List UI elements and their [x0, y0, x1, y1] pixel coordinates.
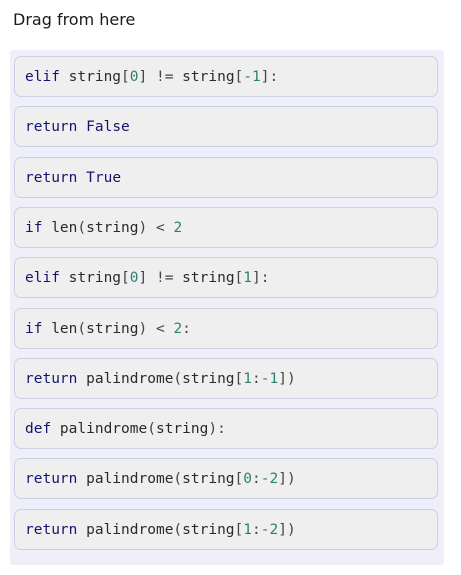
code-token: !=	[155, 269, 174, 286]
code-token: (	[173, 370, 183, 387]
code-token: -2	[260, 521, 279, 538]
code-token: ]	[138, 269, 156, 286]
code-token: ]:	[260, 68, 279, 85]
code-token: True	[86, 169, 122, 186]
code-token: ):	[208, 420, 226, 437]
code-token: ])	[278, 521, 296, 538]
code-block[interactable]: def palindrome(string):	[14, 408, 438, 449]
code-token: len	[42, 219, 78, 236]
code-token: :	[182, 320, 191, 337]
code-block[interactable]: return palindrome(string[1: -2])	[14, 509, 438, 550]
code-token: ) <	[138, 219, 174, 236]
code-token: [	[121, 269, 130, 286]
code-token: string	[59, 68, 122, 85]
code-token: 0	[243, 470, 253, 487]
code-token: string	[182, 521, 235, 538]
code-token: -1	[243, 68, 261, 85]
code-token: 2	[173, 320, 183, 337]
code-token: :	[252, 521, 261, 538]
code-token: [	[121, 68, 130, 85]
code-token: :	[252, 370, 261, 387]
code-token: return	[25, 470, 78, 487]
code-token: 1	[243, 370, 253, 387]
drag-source-heading: Drag from here	[13, 10, 136, 29]
code-token: elif	[25, 68, 60, 85]
code-block[interactable]: return True	[14, 157, 438, 198]
code-token: string	[182, 470, 235, 487]
code-token: -2	[260, 470, 279, 487]
code-token: palindrome	[77, 521, 174, 538]
code-token: palindrome	[77, 370, 174, 387]
code-token: string	[173, 68, 235, 85]
code-token: palindrome	[51, 420, 148, 437]
code-token: return	[25, 118, 78, 135]
code-token: [	[234, 269, 244, 286]
code-token: ) <	[138, 320, 174, 337]
code-token: elif	[25, 269, 60, 286]
code-token: ]	[138, 68, 156, 85]
code-token: return	[25, 169, 78, 186]
code-token: string	[86, 320, 139, 337]
code-token: def	[25, 420, 52, 437]
code-token: 1	[243, 521, 253, 538]
code-token: (	[77, 320, 87, 337]
code-token: string	[59, 269, 122, 286]
code-token: 0	[129, 269, 139, 286]
code-block[interactable]: if len(string) < 2:	[14, 308, 438, 349]
drag-source-area[interactable]: elif string[0] != string[-1]: return Fals…	[10, 50, 444, 565]
code-token: -1	[260, 370, 279, 387]
code-token: False	[86, 118, 130, 135]
code-token: [	[234, 470, 244, 487]
code-token: :	[252, 470, 261, 487]
code-token: if	[25, 219, 43, 236]
code-token: string	[86, 219, 139, 236]
code-block[interactable]: return False	[14, 106, 438, 147]
code-token: palindrome	[77, 470, 174, 487]
code-token: ])	[278, 470, 296, 487]
code-token: (	[147, 420, 156, 437]
code-token: [	[234, 521, 244, 538]
code-token: return	[25, 521, 78, 538]
code-block[interactable]: return palindrome(string[1: -1])	[14, 358, 438, 399]
code-token: len	[42, 320, 78, 337]
code-token: 0	[129, 68, 139, 85]
code-token: ]:	[252, 269, 270, 286]
code-token: string	[182, 370, 235, 387]
code-token: (	[77, 219, 87, 236]
code-block[interactable]: if len(string) < 2	[14, 207, 438, 248]
code-token: (	[173, 521, 183, 538]
code-token: [	[234, 68, 244, 85]
code-token: return	[25, 370, 78, 387]
code-token: if	[25, 320, 43, 337]
code-token: 2	[173, 219, 183, 236]
code-token: ])	[278, 370, 296, 387]
code-token: string	[155, 420, 209, 437]
code-token: [	[234, 370, 244, 387]
code-token: (	[173, 470, 183, 487]
code-token: !=	[155, 68, 174, 85]
code-token: 1	[243, 269, 253, 286]
code-block[interactable]: elif string[0] != string[-1]:	[14, 56, 438, 97]
code-token: string	[173, 269, 235, 286]
code-block[interactable]: elif string[0] != string[1]:	[14, 257, 438, 298]
code-block[interactable]: return palindrome(string[0: -2])	[14, 458, 438, 499]
